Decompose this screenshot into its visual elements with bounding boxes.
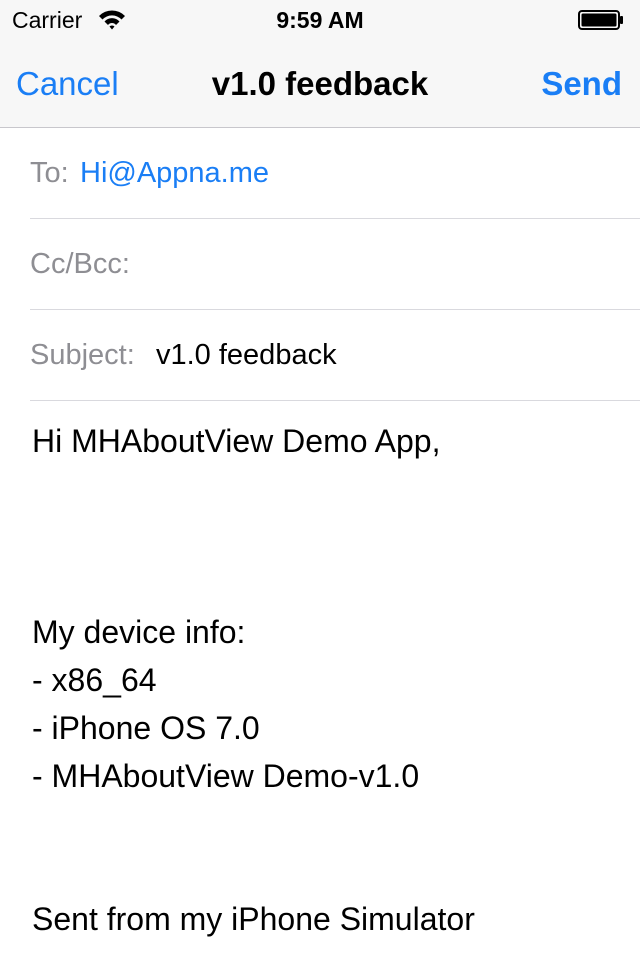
battery-icon — [578, 10, 623, 30]
body-device-line: - x86_64 — [32, 662, 157, 698]
to-field[interactable]: To: Hi@Appna.me — [30, 128, 640, 219]
to-recipient[interactable]: Hi@Appna.me — [80, 156, 269, 190]
body-device-line: - MHAboutView Demo-v1.0 — [32, 758, 420, 794]
body-device-line: - iPhone OS 7.0 — [32, 710, 260, 746]
body-signature: Sent from my iPhone Simulator — [32, 901, 475, 937]
cc-bcc-input[interactable] — [142, 247, 602, 281]
top-bar: Carrier 9:59 AM Cancel v1.0 feedback Sen… — [0, 0, 640, 128]
subject-label: Subject: — [30, 339, 135, 371]
compose-mail-screen: Carrier 9:59 AM Cancel v1.0 feedback Sen… — [0, 0, 640, 960]
cc-bcc-field[interactable]: Cc/Bcc: — [30, 219, 640, 310]
body-greeting: Hi MHAboutView Demo App, — [32, 423, 441, 459]
subject-field[interactable]: Subject: v1.0 feedback — [30, 310, 640, 401]
status-bar: Carrier 9:59 AM — [0, 0, 640, 40]
cc-bcc-label: Cc/Bcc: — [30, 248, 130, 280]
send-button[interactable]: Send — [541, 64, 622, 104]
subject-input[interactable]: v1.0 feedback — [156, 338, 337, 372]
body-device-header: My device info: — [32, 614, 246, 650]
to-label: To: — [30, 157, 69, 189]
status-time: 9:59 AM — [276, 7, 364, 33]
